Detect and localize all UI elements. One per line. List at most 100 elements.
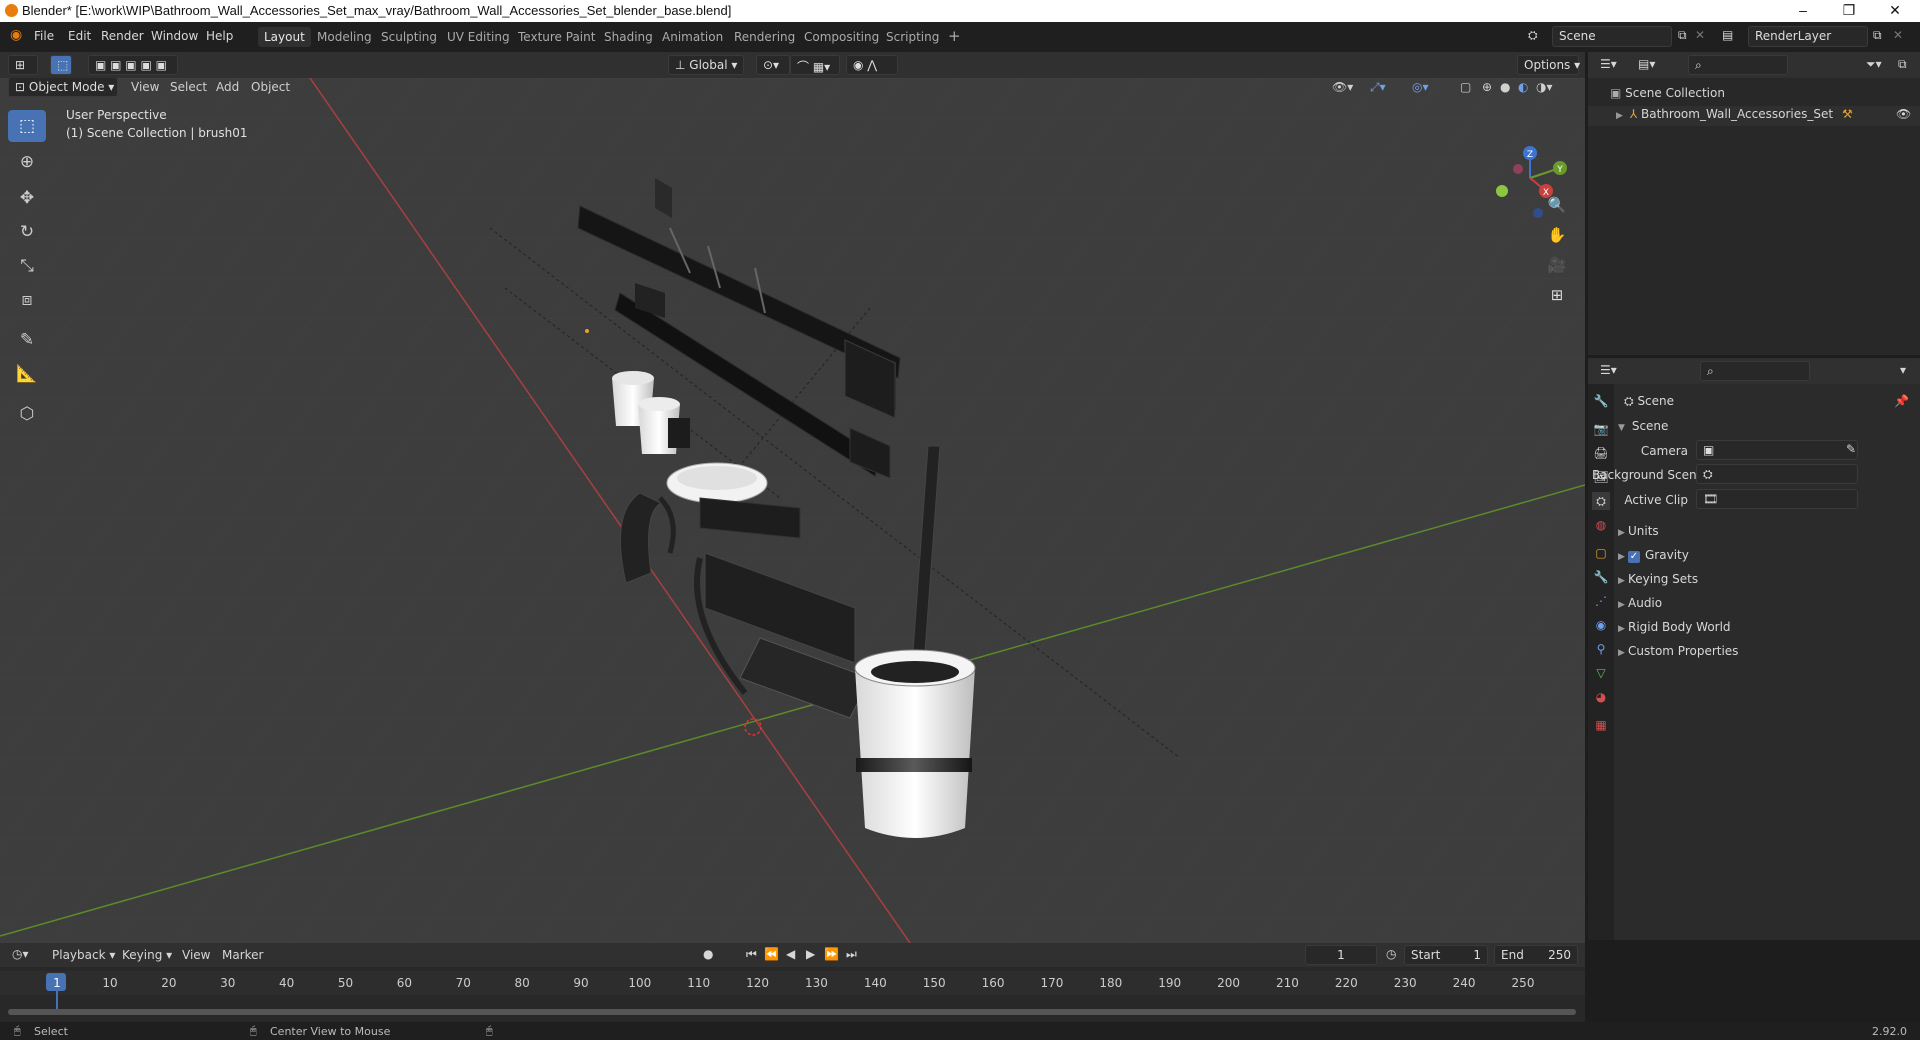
camera-view-icon[interactable]: 🎥 (1544, 252, 1570, 278)
outliner-item[interactable]: ▶ ⅄ Bathroom_Wall_Accessories_Set (1616, 107, 1833, 121)
add-cube-tool-icon[interactable]: ⬡ (8, 398, 46, 430)
tab-sculpting[interactable]: Sculpting (375, 27, 443, 47)
modifier-tab-icon[interactable]: 🔧 (1592, 568, 1610, 586)
options-dropdown[interactable]: Options ▾ (1517, 55, 1580, 75)
blender-menu-icon[interactable]: ◉ (10, 27, 22, 43)
scale-tool-icon[interactable]: ⤡ (8, 250, 46, 282)
delete-renderlayer-icon[interactable]: ✕ (1893, 28, 1903, 42)
scene-icon[interactable]: ⛭ (1528, 28, 1538, 43)
minimize-button[interactable]: – (1780, 0, 1826, 22)
custom-properties-panel-header[interactable]: ▶ Custom Properties (1618, 644, 1738, 658)
particles-tab-icon[interactable]: ⋰ (1592, 592, 1610, 610)
wireframe-shading-icon[interactable]: ⊕ (1482, 80, 1492, 94)
jump-end-icon[interactable]: ⏭ (846, 947, 857, 962)
jump-start-icon[interactable]: ⏮ (746, 947, 757, 962)
units-panel-header[interactable]: ▶ Units (1618, 524, 1659, 538)
eyedropper-icon[interactable]: ✎ (1846, 442, 1856, 456)
properties-options-icon[interactable]: ▾ (1900, 363, 1906, 377)
solid-shading-icon[interactable]: ● (1500, 80, 1510, 94)
outliner-root-row[interactable]: ▣ Scene Collection (1610, 86, 1725, 100)
play-icon[interactable]: ▶ (806, 947, 815, 961)
new-collection-icon[interactable]: ⧉ (1898, 57, 1907, 72)
select-tool-icon[interactable]: ⬚ (8, 110, 46, 142)
xray-icon[interactable]: ▢ (1460, 80, 1471, 94)
current-frame-field[interactable]: 1 (1305, 945, 1377, 965)
menu-help[interactable]: Help (206, 29, 233, 43)
ortho-grid-icon[interactable]: ⊞ (1544, 282, 1570, 308)
tab-modeling[interactable]: Modeling (311, 27, 378, 47)
record-icon[interactable]: ● (703, 947, 713, 961)
tab-shading[interactable]: Shading (598, 27, 659, 47)
renderlayer-selector[interactable]: RenderLayer (1748, 26, 1868, 47)
zoom-icon[interactable]: 🔍 (1544, 192, 1570, 218)
outliner-search-input[interactable]: ⌕ (1688, 55, 1788, 75)
move-tool-icon[interactable]: ✥ (8, 182, 46, 214)
timeline-menu-keying[interactable]: Keying ▾ (122, 948, 172, 962)
start-frame-field[interactable]: Start 1 (1404, 945, 1488, 965)
timeline-menu-view[interactable]: View (182, 948, 210, 962)
menu-render[interactable]: Render (101, 29, 144, 43)
proportional-edit-icon[interactable]: ◉ ⋀ (846, 55, 898, 75)
tab-animation[interactable]: Animation (656, 27, 729, 47)
viewport-menu-view[interactable]: View (131, 80, 159, 94)
visibility-icon[interactable]: 👁▾ (1332, 80, 1353, 94)
cursor-tool-icon[interactable]: ⊕ (8, 146, 46, 178)
next-keyframe-icon[interactable]: ⏩ (824, 947, 839, 961)
tab-layout[interactable]: Layout (258, 27, 311, 47)
constraints-tab-icon[interactable]: ⚲ (1592, 640, 1610, 658)
scene-panel-header[interactable]: ▼ Scene (1618, 419, 1668, 433)
properties-editor-icon[interactable]: ☰▾ (1600, 363, 1617, 377)
3d-viewport[interactable]: Z Y X ⊡ Object Mode ▾ View Select Add Ob… (0, 78, 1585, 943)
audio-panel-header[interactable]: ▶ Audio (1618, 596, 1662, 610)
measure-tool-icon[interactable]: 📐 (8, 358, 46, 390)
material-shading-icon[interactable]: ◐ (1518, 80, 1528, 94)
texture-tab-icon[interactable]: ▦ (1592, 716, 1610, 734)
timeline-menu-marker[interactable]: Marker (222, 948, 263, 962)
new-renderlayer-icon[interactable]: ⧉ (1873, 28, 1882, 43)
end-frame-field[interactable]: End 250 (1494, 945, 1578, 965)
select-box-tool-icon[interactable]: ⬚ (50, 55, 72, 75)
pivot-point-icon[interactable]: ⊙▾ (756, 55, 790, 75)
menu-window[interactable]: Window (151, 29, 198, 43)
tab-uv-editing[interactable]: UV Editing (441, 27, 516, 47)
camera-field[interactable]: ▣ (1696, 440, 1858, 460)
tab-compositing[interactable]: Compositing (798, 27, 885, 47)
transform-tool-icon[interactable]: ⧈ (8, 284, 46, 316)
selection-mode-icons[interactable]: ▣ ▣ ▣ ▣ ▣ (88, 55, 178, 75)
data-tab-icon[interactable]: ▽ (1592, 664, 1610, 682)
rendered-shading-icon[interactable]: ◑▾ (1536, 80, 1553, 94)
viewport-scene[interactable]: Z Y X (0, 78, 1585, 943)
properties-search-input[interactable]: ⌕ (1700, 361, 1810, 381)
outliner-editor-icon[interactable]: ☰▾ (1600, 57, 1617, 71)
pin-icon[interactable]: 📌 (1894, 394, 1909, 408)
overlay-toggle-icon[interactable]: ◎▾ (1412, 80, 1429, 94)
rotate-tool-icon[interactable]: ↻ (8, 216, 46, 248)
output-tab-icon[interactable]: 🖨 (1592, 444, 1610, 462)
background-scene-field[interactable]: ⛭ (1696, 464, 1858, 484)
prev-keyframe-icon[interactable]: ⏪ (764, 947, 779, 961)
pan-hand-icon[interactable]: ✋ (1544, 222, 1570, 248)
timeline-scrollbar[interactable] (8, 1009, 1576, 1015)
renderlayer-icon[interactable]: ▤ (1722, 28, 1733, 42)
annotate-tool-icon[interactable]: ✎ (8, 324, 46, 356)
close-button[interactable]: ✕ (1872, 0, 1918, 22)
snap-icon[interactable]: ⌒ ▦▾ (790, 55, 840, 75)
delete-scene-icon[interactable]: ✕ (1695, 28, 1705, 42)
object-tab-icon[interactable]: ▢ (1592, 544, 1610, 562)
viewport-menu-object[interactable]: Object (251, 80, 290, 94)
outliner-display-mode-icon[interactable]: ▤▾ (1638, 57, 1655, 71)
maximize-button[interactable]: ❐ (1826, 0, 1872, 22)
physics-tab-icon[interactable]: ◉ (1592, 616, 1610, 634)
tab-rendering[interactable]: Rendering (728, 27, 801, 47)
eye-visibility-icon[interactable]: 👁 (1896, 107, 1911, 121)
viewport-menu-select[interactable]: Select (170, 80, 207, 94)
world-tab-icon[interactable]: ◍ (1592, 516, 1610, 534)
rigid-body-world-panel-header[interactable]: ▶ Rigid Body World (1618, 620, 1731, 634)
new-scene-icon[interactable]: ⧉ (1678, 28, 1687, 43)
add-workspace-button[interactable]: + (942, 24, 967, 45)
active-clip-field[interactable]: 🎞 (1696, 489, 1858, 509)
gravity-checkbox[interactable]: ✓ (1628, 551, 1640, 563)
keying-sets-panel-header[interactable]: ▶ Keying Sets (1618, 572, 1698, 586)
editor-type-icon[interactable]: ⊞ (8, 55, 38, 75)
expand-arrow-icon[interactable]: ▶ (1616, 111, 1626, 121)
